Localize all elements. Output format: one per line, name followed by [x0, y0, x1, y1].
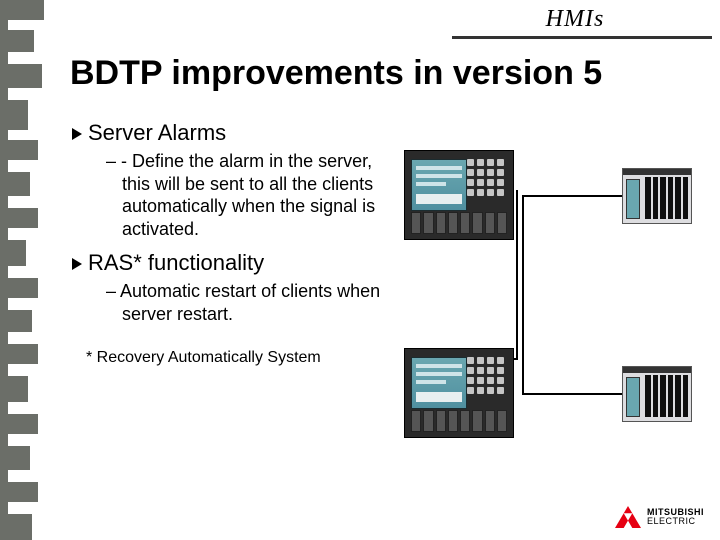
slide-title: BDTP improvements in version 5	[70, 54, 712, 93]
mitsubishi-logo: MITSUBISHI ELECTRIC	[615, 506, 704, 528]
logo-line2: ELECTRIC	[647, 517, 704, 526]
logo-text: MITSUBISHI ELECTRIC	[647, 508, 704, 527]
footnote: * Recovery Automatically System	[86, 349, 392, 367]
bullet-1: Server Alarms	[72, 120, 392, 146]
bullet-2-sub: – Automatic restart of clients when serv…	[106, 280, 392, 325]
bullet-1-sub: – - Define the alarm in the server, this…	[106, 150, 392, 240]
plc-top	[622, 168, 692, 224]
left-decor	[0, 0, 48, 540]
network-diagram	[404, 150, 704, 450]
bullet-2-heading: RAS* functionality	[88, 250, 264, 276]
bullet-arrow-icon	[72, 128, 82, 140]
bullet-2: RAS* functionality	[72, 250, 392, 276]
header-label: HMIs	[460, 6, 690, 33]
header-underline	[452, 36, 712, 39]
plc-bottom	[622, 366, 692, 422]
three-diamond-icon	[615, 506, 641, 528]
hmi-server	[404, 348, 514, 438]
bullet-arrow-icon	[72, 258, 82, 270]
bullet-1-heading: Server Alarms	[88, 120, 226, 146]
header: HMIs	[440, 0, 720, 42]
hmi-client-top	[404, 150, 514, 240]
content: Server Alarms – - Define the alarm in th…	[72, 120, 392, 367]
